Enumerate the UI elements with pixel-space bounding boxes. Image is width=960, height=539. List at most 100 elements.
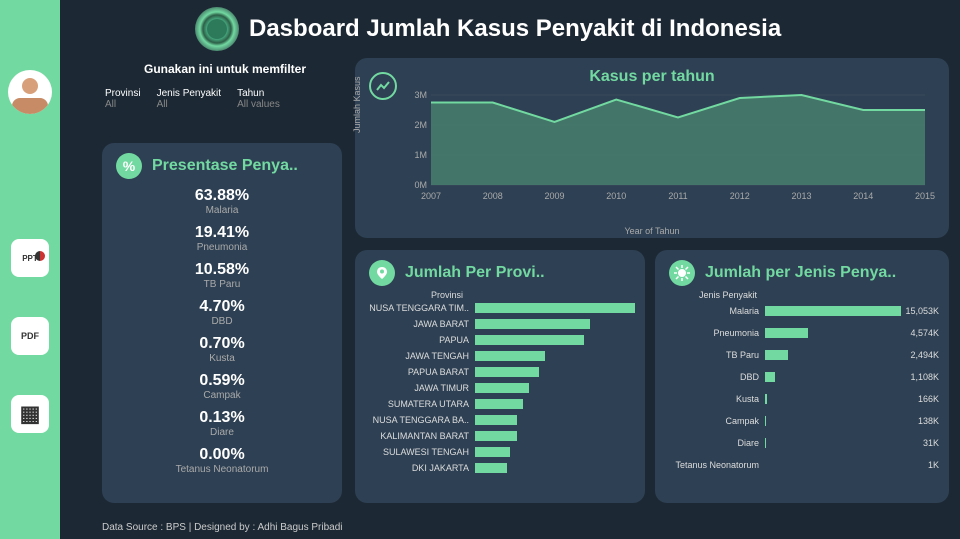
filter-title: Gunakan ini untuk memfilter [105, 62, 345, 76]
trend-icon [369, 72, 397, 100]
jenis-label: Pneumonia [665, 328, 765, 338]
presentase-item: 0.59%Campak [102, 368, 342, 405]
presentase-value: 0.00% [102, 446, 342, 464]
presentase-item: 0.00%Tetanus Neonatorum [102, 442, 342, 479]
jenis-column-header: Jenis Penyakit [655, 290, 949, 300]
presentase-label: DBD [102, 316, 342, 327]
virus-icon [195, 7, 239, 51]
svg-text:2011: 2011 [668, 191, 687, 201]
card-presentase-title: Presentase Penya.. [152, 157, 298, 175]
sidebar [0, 0, 60, 539]
jenis-label: Malaria [665, 306, 765, 316]
presentase-label: Pneumonia [102, 242, 342, 253]
presentase-label: Malaria [102, 205, 342, 216]
jenis-bar-value: 4,574K [906, 328, 939, 338]
y-axis-label: Jumlah Kasus [352, 76, 362, 133]
jenis-bar-value: 31K [919, 438, 939, 448]
filter-panel: Gunakan ini untuk memfilter Provinsi All… [105, 62, 345, 110]
presentase-item: 0.13%Diare [102, 405, 342, 442]
presentase-item: 19.41%Pneumonia [102, 220, 342, 257]
provinsi-label: PAPUA BARAT [365, 367, 475, 377]
presentase-value: 0.70% [102, 335, 342, 353]
filter-tahun[interactable]: Tahun All values [237, 88, 280, 110]
jenis-bar-value: 138K [914, 416, 939, 426]
jenis-bar-row: Tetanus Neonatorum1K [655, 454, 949, 476]
jenis-label: Kusta [665, 394, 765, 404]
jenis-label: Campak [665, 416, 765, 426]
presentase-value: 10.58% [102, 261, 342, 279]
avatar[interactable] [8, 70, 52, 114]
provinsi-column-header: Provinsi [355, 290, 473, 300]
filter-jenis-label: Jenis Penyakit [157, 88, 221, 99]
svg-text:2012: 2012 [730, 191, 750, 201]
filter-jenis-value: All [157, 99, 221, 110]
provinsi-label: SUMATERA UTARA [365, 399, 475, 409]
presentase-value: 63.88% [102, 187, 342, 205]
svg-text:2010: 2010 [606, 191, 626, 201]
provinsi-bar-row: JAWA TENGAH [355, 348, 645, 364]
card-provinsi-title: Jumlah Per Provi.. [405, 264, 545, 282]
x-axis-label: Year of Tahun [624, 226, 679, 236]
provinsi-bar-row: PAPUA BARAT [355, 364, 645, 380]
provinsi-bar-row: DKI JAKARTA [355, 460, 645, 476]
jenis-bar-row: Pneumonia 4,574K [655, 322, 949, 344]
provinsi-bar-row: SULAWESI TENGAH [355, 444, 645, 460]
svg-text:2008: 2008 [483, 191, 503, 201]
provinsi-bar-chart[interactable]: NUSA TENGGARA TIM.. JAWA BARAT PAPUA JAWA T… [355, 300, 645, 476]
header: Dasboard Jumlah Kasus Penyakit di Indone… [60, 0, 960, 50]
table-view-button[interactable] [11, 395, 49, 433]
svg-text:2014: 2014 [853, 191, 873, 201]
jenis-bar-value: 1K [924, 460, 939, 470]
export-pdf-button[interactable] [11, 317, 49, 355]
jenis-bar-value: 2,494K [906, 350, 939, 360]
jenis-bar-value: 1,108K [906, 372, 939, 382]
percent-icon: % [116, 153, 142, 179]
filter-provinsi-value: All [105, 99, 141, 110]
presentase-value: 0.59% [102, 372, 342, 390]
presentase-item: 0.70%Kusta [102, 331, 342, 368]
provinsi-bar-row: PAPUA [355, 332, 645, 348]
filter-provinsi[interactable]: Provinsi All [105, 88, 141, 110]
provinsi-label: PAPUA [365, 335, 475, 345]
presentase-label: TB Paru [102, 279, 342, 290]
filter-tahun-value: All values [237, 99, 280, 110]
page-title: Dasboard Jumlah Kasus Penyakit di Indone… [249, 15, 781, 43]
provinsi-label: JAWA TENGAH [365, 351, 475, 361]
presentase-label: Tetanus Neonatorum [102, 464, 342, 475]
provinsi-label: JAWA BARAT [365, 319, 475, 329]
provinsi-label: NUSA TENGGARA TIM.. [365, 303, 475, 313]
filter-jenis[interactable]: Jenis Penyakit All [157, 88, 221, 110]
svg-text:2013: 2013 [791, 191, 811, 201]
provinsi-label: JAWA TIMUR [365, 383, 475, 393]
provinsi-bar-row: JAWA BARAT [355, 316, 645, 332]
card-presentase: % Presentase Penya.. 63.88%Malaria 19.41%… [102, 143, 342, 503]
area-chart[interactable]: 0M1M2M3M20072008200920102011201220132014… [395, 68, 935, 212]
jenis-bar-row: Campak 138K [655, 410, 949, 432]
card-tahun: Kasus per tahun Jumlah Kasus 0M1M2M3M200… [355, 58, 949, 238]
jenis-bar-row: TB Paru 2,494K [655, 344, 949, 366]
card-provinsi: Jumlah Per Provi.. Provinsi NUSA TENGGAR… [355, 250, 645, 503]
presentase-label: Diare [102, 427, 342, 438]
provinsi-bar-row: SUMATERA UTARA [355, 396, 645, 412]
jenis-bar-chart[interactable]: Malaria15,053K Pneumonia 4,574K TB Paru 2,49… [655, 300, 949, 476]
jenis-label: TB Paru [665, 350, 765, 360]
provinsi-label: NUSA TENGGARA BA.. [365, 415, 475, 425]
filter-tahun-label: Tahun [237, 88, 280, 99]
jenis-label: Diare [665, 438, 765, 448]
export-ppt-button[interactable] [11, 239, 49, 277]
svg-text:3M: 3M [414, 90, 427, 100]
presentase-list: 63.88%Malaria19.41%Pneumonia10.58%TB Par… [102, 183, 342, 479]
location-icon [369, 260, 395, 286]
jenis-bar-row: Malaria15,053K [655, 300, 949, 322]
presentase-item: 4.70%DBD [102, 294, 342, 331]
card-jenis: Jumlah per Jenis Penya.. Jenis Penyakit … [655, 250, 949, 503]
jenis-bar-row: DBD1,108K [655, 366, 949, 388]
presentase-value: 0.13% [102, 409, 342, 427]
virus-small-icon [669, 260, 695, 286]
provinsi-bar-row: JAWA TIMUR [355, 380, 645, 396]
presentase-item: 10.58%TB Paru [102, 257, 342, 294]
presentase-label: Campak [102, 390, 342, 401]
provinsi-bar-row: NUSA TENGGARA TIM.. [355, 300, 645, 316]
filter-provinsi-label: Provinsi [105, 88, 141, 99]
presentase-label: Kusta [102, 353, 342, 364]
